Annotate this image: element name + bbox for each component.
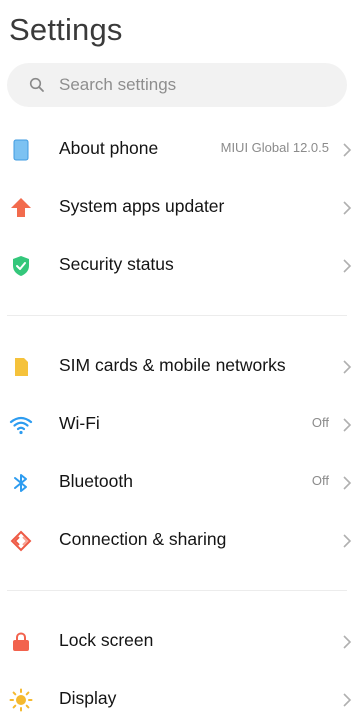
chevron-right-icon [343,534,352,548]
chevron-right-icon [343,143,352,157]
search-icon [29,77,44,92]
settings-item-label: Bluetooth [59,471,133,491]
chevron-right-icon [343,259,352,273]
sim-card-icon [9,355,33,379]
chevron-right-icon [343,360,352,374]
settings-item-bluetooth[interactable]: Bluetooth Off [0,456,361,510]
settings-item-label: Connection & sharing [59,529,227,549]
search-bar[interactable]: Search settings [7,63,347,107]
settings-item-label: Lock screen [59,630,154,650]
settings-item-label: Display [59,688,117,708]
settings-item-wifi[interactable]: Wi-Fi Off [0,398,361,452]
section-divider [7,315,347,316]
phone-icon [9,138,33,162]
arrow-up-icon [9,196,33,220]
settings-item-system-apps-updater[interactable]: System apps updater [0,181,361,235]
connection-sharing-icon [9,529,33,553]
settings-item-label: Wi-Fi [59,413,100,433]
lock-icon [9,630,33,654]
search-input[interactable]: Search settings [59,75,176,95]
settings-item-sim-cards[interactable]: SIM cards & mobile networks [0,340,361,394]
settings-item-connection-sharing[interactable]: Connection & sharing [0,514,361,568]
chevron-right-icon [343,476,352,490]
chevron-right-icon [343,635,352,649]
settings-item-value: MIUI Global 12.0.5 [220,140,329,155]
section-divider [7,590,347,591]
chevron-right-icon [343,201,352,215]
page-title: Settings [9,12,123,47]
settings-item-display[interactable]: Display [0,673,361,720]
chevron-right-icon [343,693,352,707]
settings-item-label: About phone [59,138,159,158]
settings-item-label: Security status [59,254,174,274]
wifi-icon [9,413,33,437]
settings-item-label: SIM cards & mobile networks [59,355,286,375]
settings-item-security-status[interactable]: Security status [0,239,361,293]
sun-icon [9,688,33,712]
bluetooth-icon [9,471,33,495]
shield-check-icon [9,254,33,278]
settings-item-value: Off [311,473,329,488]
settings-item-value: Off [311,415,329,430]
settings-item-label: System apps updater [59,196,225,216]
chevron-right-icon [343,418,352,432]
settings-item-about-phone[interactable]: About phone MIUI Global 12.0.5 [0,123,361,177]
settings-item-lock-screen[interactable]: Lock screen [0,615,361,669]
